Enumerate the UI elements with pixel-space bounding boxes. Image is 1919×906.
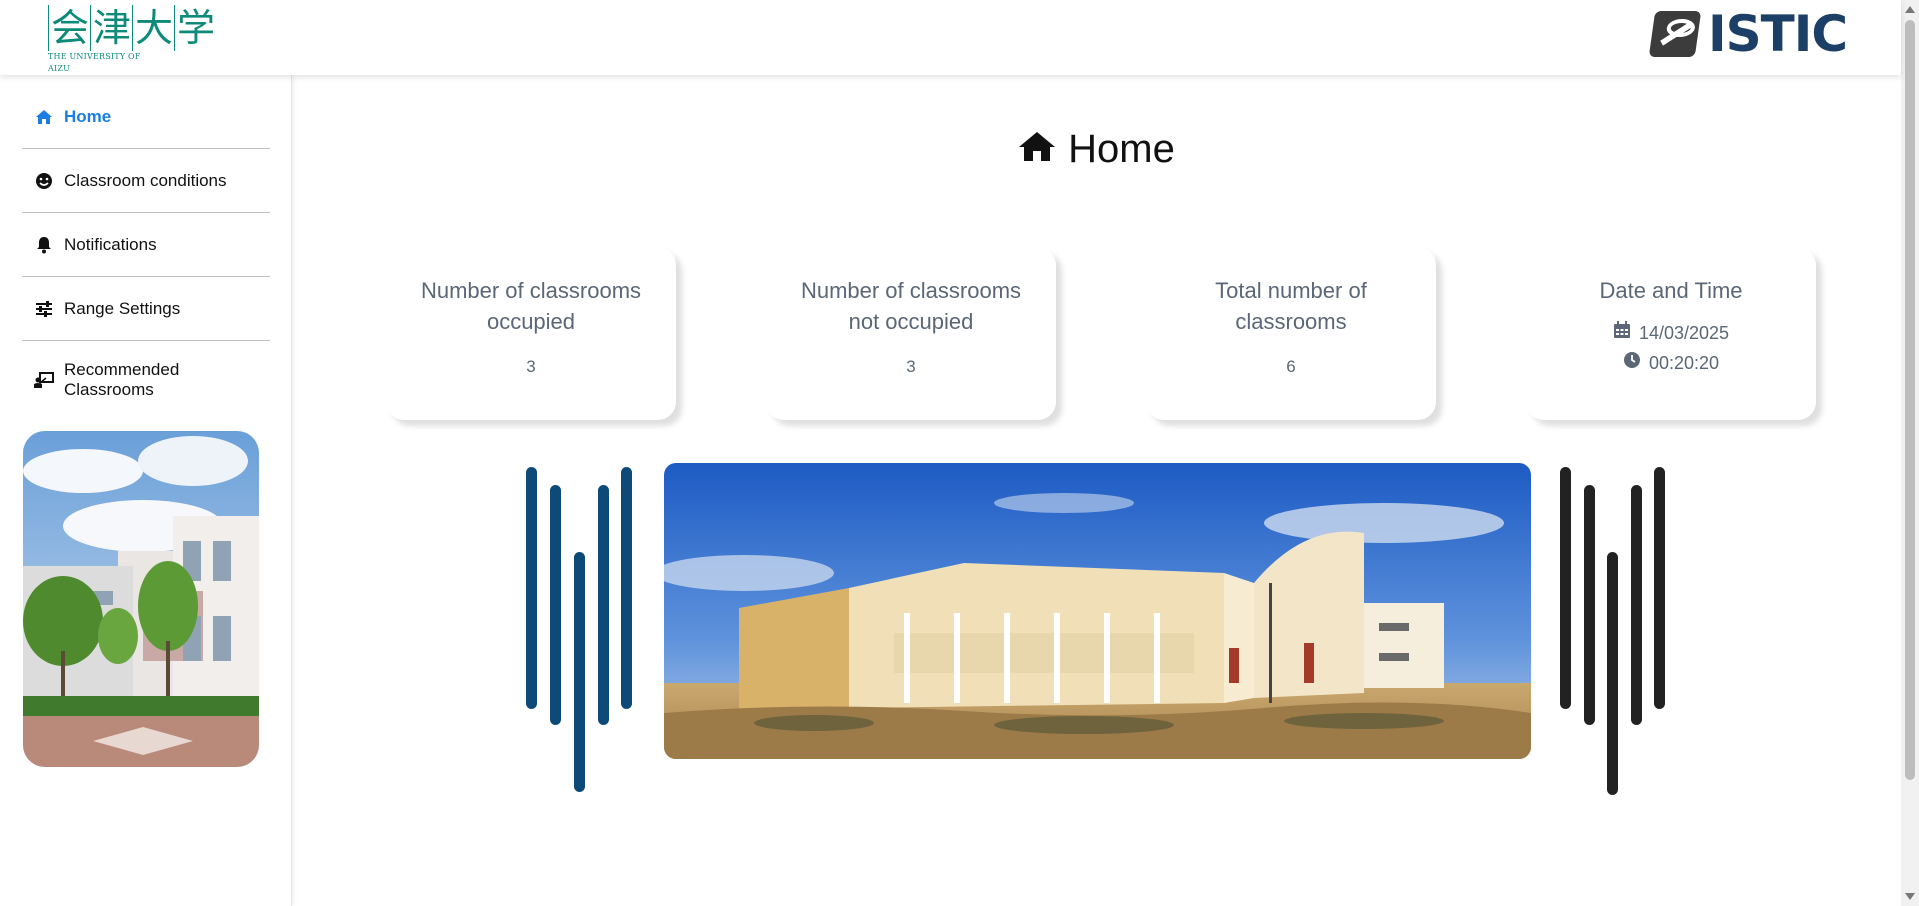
sidebar-item-label: Recommended Classrooms [64, 360, 180, 399]
calendar-icon [1613, 318, 1631, 348]
deco-bar [1607, 552, 1618, 795]
sliders-icon [34, 300, 54, 317]
date-value: 14/03/2025 [1638, 323, 1730, 343]
logo-kanji: 会津大学 [48, 5, 215, 51]
top-bar: 会津大学 THE UNIVERSITY OF AIZU ISTIC [0, 0, 1901, 75]
card-value: 6 [1286, 357, 1296, 376]
istic-campus-photo [664, 463, 1531, 759]
card-title: Total number of classrooms [1215, 278, 1367, 334]
deco-bar [598, 485, 609, 725]
deco-bar [574, 552, 585, 792]
scrollbar-thumb[interactable] [1905, 20, 1915, 780]
deco-bar [1654, 467, 1665, 709]
sidebar-item-notifications[interactable]: Notifications [22, 213, 270, 277]
istic-mark-icon [1648, 11, 1702, 57]
sidebar-nav: Home Classroom conditions Notifications … [22, 85, 270, 419]
istic-logo[interactable]: ISTIC [1648, 5, 1848, 63]
date-time-values: 14/03/2025 00:20:20 [1526, 318, 1816, 378]
sidebar-item-range-settings[interactable]: Range Settings [22, 277, 270, 341]
deco-bar [1584, 485, 1595, 725]
clock-icon [1623, 348, 1641, 378]
sidebar-item-classroom-conditions[interactable]: Classroom conditions [22, 149, 270, 213]
deco-bar [1560, 467, 1571, 709]
deco-bar [1631, 485, 1642, 725]
logo-subtitle: THE UNIVERSITY OF AIZU [48, 52, 141, 73]
card-title: Number of classrooms occupied [420, 278, 642, 334]
card-date-time: Date and Time 14/03/2025 00:20:20 [1526, 247, 1816, 420]
card-total: Total number of classrooms 6 [1146, 247, 1436, 420]
deco-bar [550, 485, 561, 725]
sidebar-item-label: Home [64, 106, 112, 126]
university-building-photo [23, 431, 259, 767]
deco-bar [526, 467, 537, 709]
smile-icon [34, 172, 54, 190]
main-content: Home Number of classrooms occupied 3 Num… [292, 75, 1901, 906]
card-value: 3 [526, 357, 536, 376]
sidebar-item-label: Range Settings [64, 298, 181, 318]
istic-wordmark: ISTIC [1708, 5, 1848, 63]
sidebar-item-home[interactable]: Home [22, 85, 270, 149]
page-scrollbar[interactable] [1901, 0, 1919, 906]
stats-cards: Number of classrooms occupied 3 Number o… [292, 75, 1901, 475]
home-icon [34, 109, 54, 125]
teacher-board-icon [34, 372, 54, 388]
university-of-aizu-logo[interactable]: 会津大学 THE UNIVERSITY OF AIZU [48, 5, 215, 73]
card-value: 3 [906, 357, 916, 376]
card-occupied: Number of classrooms occupied 3 [386, 247, 676, 420]
sidebar: Home Classroom conditions Notifications … [0, 75, 292, 906]
sidebar-item-label: Classroom conditions [64, 170, 227, 190]
card-title: Date and Time [1599, 278, 1743, 303]
deco-bar [621, 467, 632, 709]
scroll-up-icon[interactable] [1905, 6, 1915, 13]
card-title: Number of classrooms not occupied [800, 278, 1022, 334]
bell-icon [34, 236, 54, 254]
sidebar-item-recommended-classrooms[interactable]: Recommended Classrooms [22, 341, 270, 419]
scroll-down-icon[interactable] [1905, 893, 1915, 900]
time-value: 00:20:20 [1648, 353, 1720, 373]
card-not-occupied: Number of classrooms not occupied 3 [766, 247, 1056, 420]
sidebar-item-label: Notifications [64, 234, 157, 254]
